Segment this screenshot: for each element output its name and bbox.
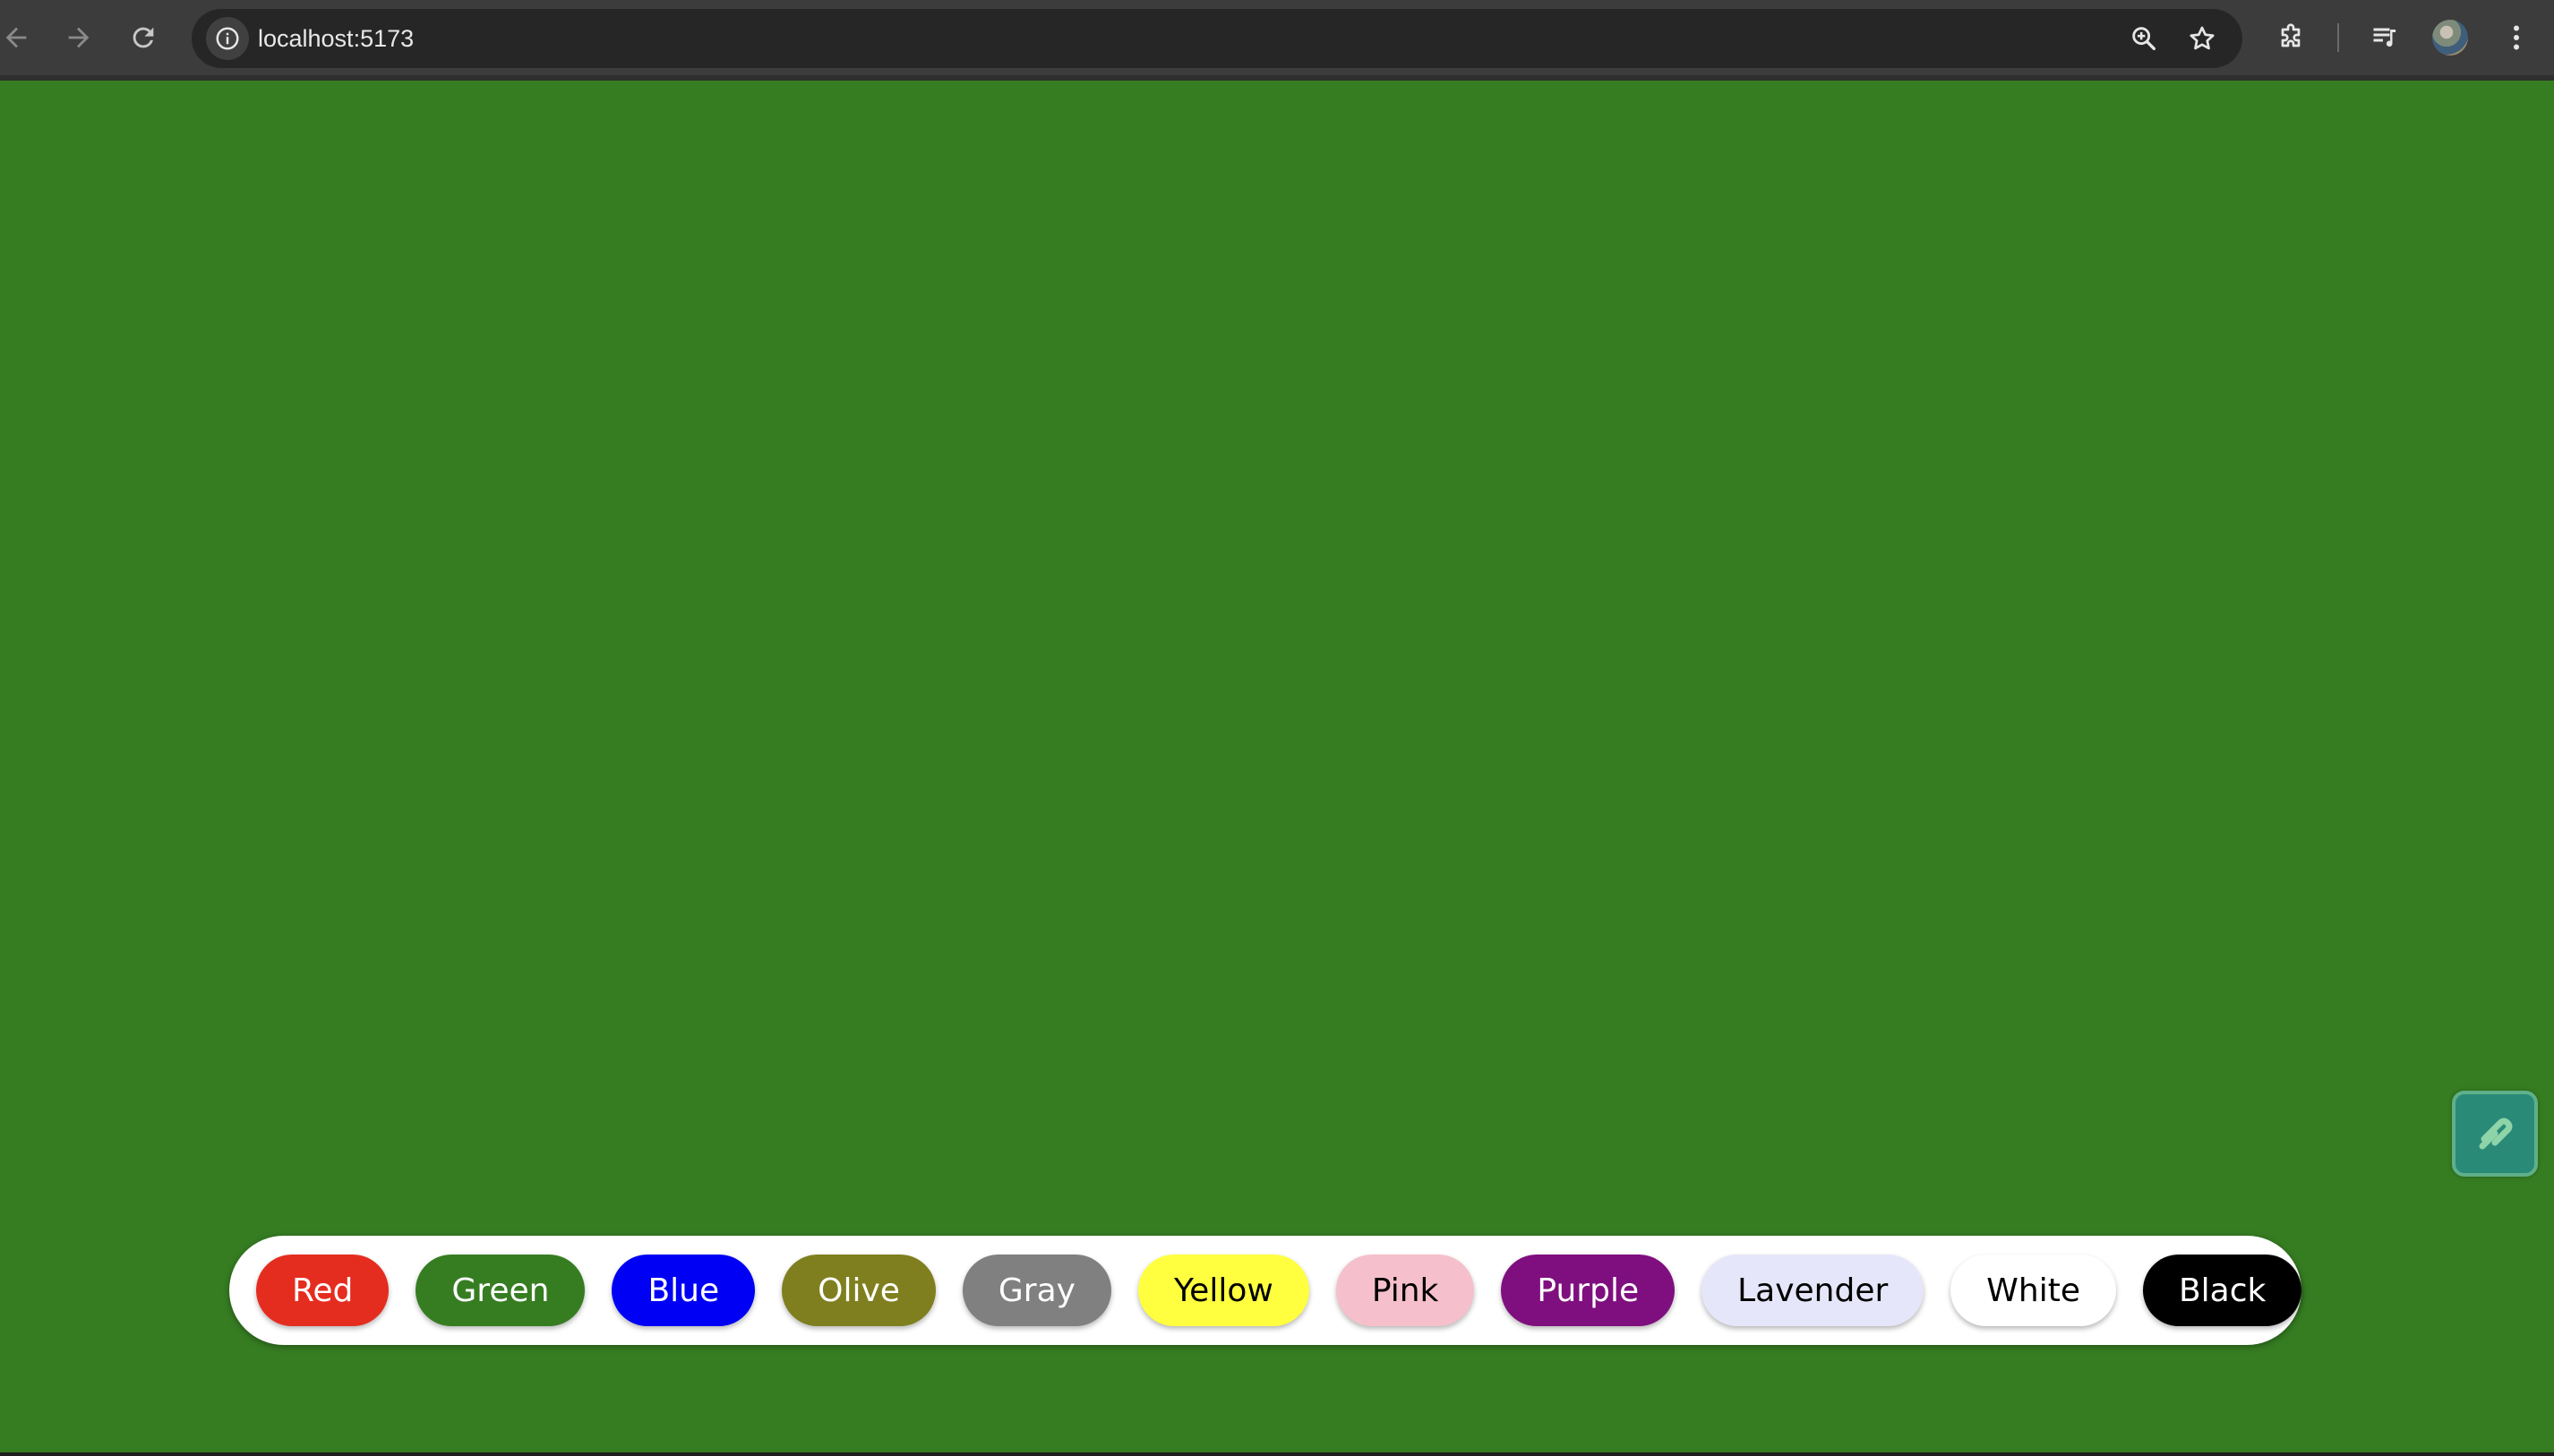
more-vert-icon	[2514, 25, 2519, 50]
color-button-yellow[interactable]: Yellow	[1137, 1255, 1309, 1326]
color-picker-bar: Red Green Blue Olive Gray Yellow Pink Purple Lav…	[229, 1236, 2302, 1345]
address-bar[interactable]: localhost:5173	[192, 9, 2242, 68]
star-icon	[2190, 26, 2215, 50]
color-button-blue[interactable]: Blue	[612, 1255, 756, 1326]
sider-extension-icon	[2479, 1118, 2513, 1150]
floating-extension-button[interactable]	[2452, 1091, 2538, 1177]
zoom-icon	[2132, 27, 2156, 51]
reload-button[interactable]	[120, 14, 167, 61]
url-text[interactable]: localhost:5173	[258, 9, 414, 68]
color-button-pink[interactable]: Pink	[1335, 1255, 1475, 1326]
zoom-button[interactable]	[2126, 21, 2162, 56]
bookmark-button[interactable]	[2184, 21, 2220, 56]
forward-button[interactable]	[56, 14, 102, 61]
color-button-black[interactable]: Black	[2142, 1255, 2302, 1326]
color-button-gray[interactable]: Gray	[962, 1255, 1111, 1326]
window-bottom-edge	[0, 1452, 2554, 1456]
arrow-right-icon	[68, 27, 90, 48]
media-controls-button[interactable]	[2364, 16, 2407, 59]
media-controls-icon	[2373, 28, 2396, 47]
browser-chrome: localhost:5173	[0, 0, 2554, 81]
color-button-white[interactable]: White	[1950, 1255, 2116, 1326]
color-button-purple[interactable]: Purple	[1501, 1255, 1676, 1326]
color-button-lavender[interactable]: Lavender	[1701, 1255, 1924, 1326]
back-button[interactable]	[0, 14, 39, 61]
toolbar-divider	[2337, 23, 2339, 52]
profile-avatar[interactable]	[2432, 20, 2468, 56]
reload-icon	[133, 27, 154, 48]
arrow-left-icon	[5, 27, 27, 48]
extensions-icon	[2281, 23, 2301, 47]
menu-button[interactable]	[2495, 16, 2538, 59]
info-icon	[216, 27, 239, 50]
site-info-button[interactable]	[206, 17, 249, 60]
extensions-button[interactable]	[2269, 16, 2312, 59]
toolbar-bottom-strip	[0, 75, 2554, 81]
color-button-green[interactable]: Green	[416, 1255, 586, 1326]
color-button-red[interactable]: Red	[256, 1255, 390, 1326]
color-button-olive[interactable]: Olive	[782, 1255, 936, 1326]
